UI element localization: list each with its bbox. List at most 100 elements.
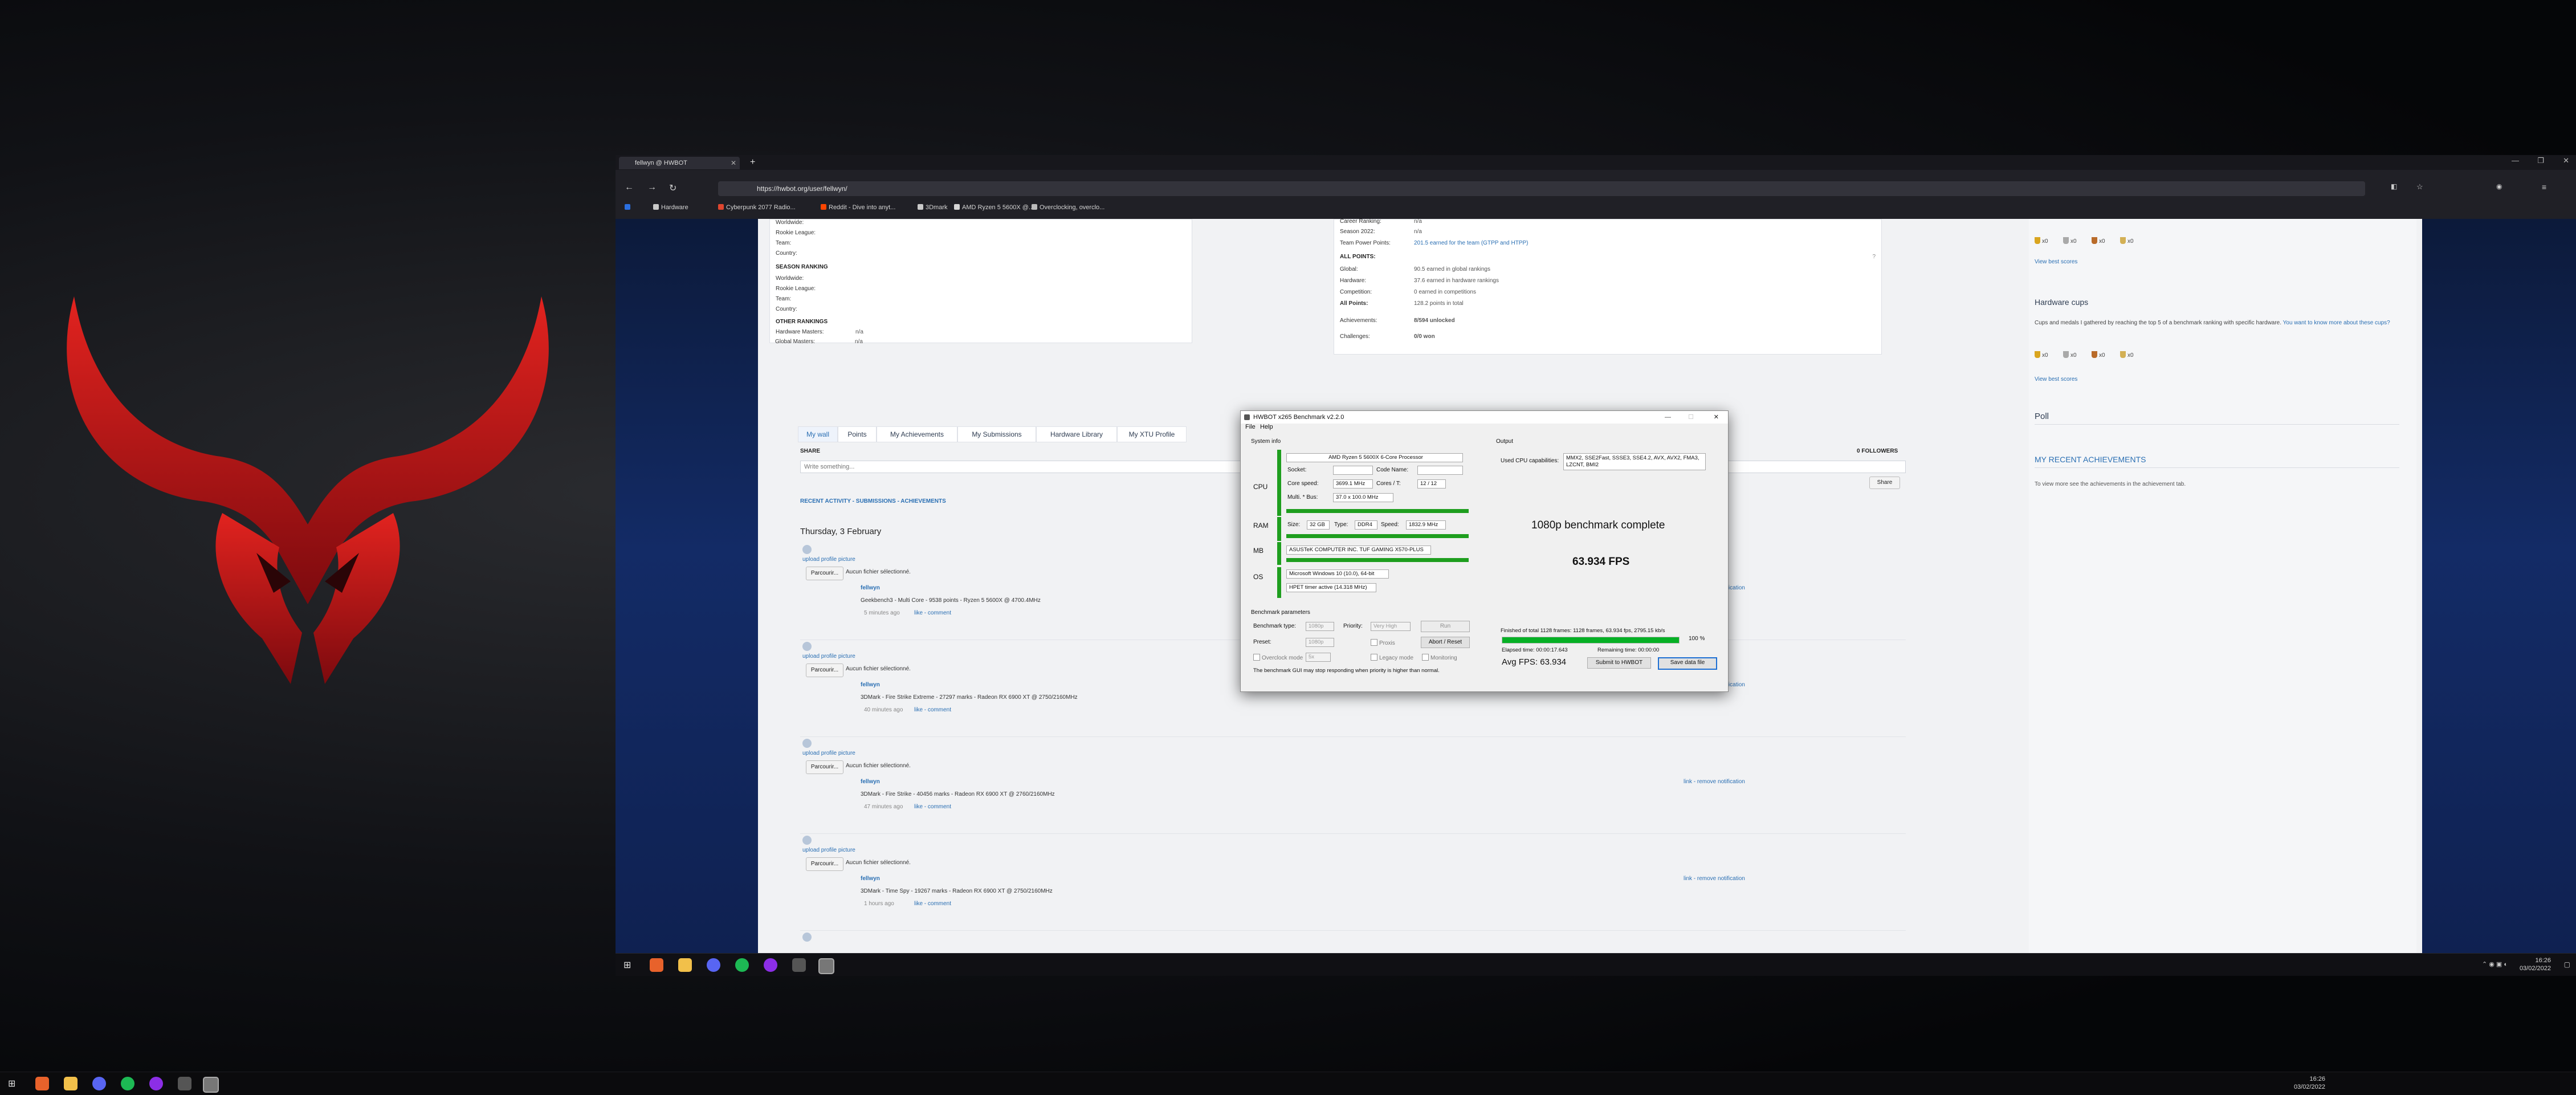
upload-picture-link[interactable]: upload profile picture: [802, 653, 855, 660]
remote-desktop-icon[interactable]: [203, 1077, 219, 1093]
monitoring-checkbox[interactable]: Monitoring: [1422, 654, 1457, 661]
bookmark-amd-ryzen[interactable]: AMD Ryzen 5 5600X @...: [954, 204, 1034, 211]
tab-strip: fellwyn @ HWBOT ✕ + — ❐ ✕: [616, 155, 2576, 170]
minimize-icon[interactable]: —: [1665, 411, 1671, 424]
view-best-scores-link[interactable]: View best scores: [2035, 259, 2077, 265]
reload-icon[interactable]: ↻: [669, 182, 676, 194]
points-value: n/a: [1414, 219, 1422, 225]
cup-gold: x0: [2035, 351, 2048, 359]
tab-my-xtu-profile[interactable]: My XTU Profile: [1117, 426, 1187, 442]
close-window-icon[interactable]: ✕: [2563, 156, 2569, 165]
upload-picture-link[interactable]: upload profile picture: [802, 556, 855, 563]
discord-icon[interactable]: [92, 1077, 106, 1090]
tab-hardware-library[interactable]: Hardware Library: [1036, 426, 1117, 442]
like-comment-link[interactable]: like - comment: [914, 804, 951, 810]
bookmark-overclocking[interactable]: Overclocking, overclo...: [1032, 204, 1104, 211]
feed-username[interactable]: fellwyn: [861, 682, 880, 688]
feed-username[interactable]: fellwyn: [861, 585, 880, 591]
forward-icon[interactable]: →: [647, 182, 657, 193]
like-comment-link[interactable]: like - comment: [914, 707, 951, 713]
bookmark-cyberpunk[interactable]: Cyberpunk 2077 Radio...: [718, 204, 796, 211]
poll-title: Poll: [2035, 412, 2049, 421]
remote-desktop-screen: fellwyn @ HWBOT ✕ + — ❐ ✕ ← → ↻ https://…: [616, 155, 2576, 976]
hwbot-app-icon[interactable]: [818, 958, 834, 974]
browser-tab[interactable]: fellwyn @ HWBOT ✕: [619, 157, 740, 169]
windows-start-icon[interactable]: ⊞: [8, 1078, 15, 1089]
tab-my-submissions[interactable]: My Submissions: [957, 426, 1036, 442]
bookmark-reddit[interactable]: Reddit - Dive into anyt...: [821, 204, 895, 211]
minimize-icon[interactable]: —: [2512, 156, 2519, 165]
save-data-file-button[interactable]: Save data file: [1658, 657, 1717, 670]
preset-select[interactable]: 1080p: [1306, 638, 1334, 647]
tab-my-wall[interactable]: My wall: [798, 426, 838, 442]
address-bar[interactable]: https://hwbot.org/user/fellwyn/: [718, 181, 2365, 196]
like-comment-link[interactable]: like - comment: [914, 901, 951, 907]
browse-button[interactable]: Parcourir...: [806, 567, 843, 580]
priority-warning: The benchmark GUI may stop responding wh…: [1253, 667, 1440, 674]
browse-button[interactable]: Parcourir...: [806, 760, 843, 774]
proxis-checkbox[interactable]: Proxis: [1371, 639, 1395, 646]
pocket-icon[interactable]: ◧: [2391, 182, 2397, 190]
tab-my-achievements[interactable]: My Achievements: [877, 426, 957, 442]
output-label: Output: [1496, 438, 1514, 445]
bench-type-select[interactable]: 1080p: [1306, 622, 1334, 631]
browse-button[interactable]: Parcourir...: [806, 857, 843, 871]
bookmark-pinned[interactable]: [625, 204, 633, 211]
back-icon[interactable]: ←: [625, 182, 634, 193]
obs-icon[interactable]: [149, 1077, 163, 1090]
legacy-mode-checkbox[interactable]: Legacy mode: [1371, 654, 1413, 661]
upload-picture-link[interactable]: upload profile picture: [802, 847, 855, 853]
cup-gold: x0: [2035, 237, 2048, 245]
feed-username[interactable]: fellwyn: [861, 779, 880, 785]
overclock-value[interactable]: 5x: [1306, 653, 1331, 662]
bookmark-3dmark[interactable]: 3Dmark: [918, 204, 948, 211]
discord-icon[interactable]: [707, 958, 720, 972]
close-tab-icon[interactable]: ✕: [731, 157, 736, 169]
points-value: 90.5 earned in global rankings: [1414, 266, 1490, 272]
windows-start-icon[interactable]: ⊞: [623, 959, 631, 971]
priority-select[interactable]: Very High: [1371, 622, 1411, 631]
view-best-scores-link[interactable]: View best scores: [2035, 376, 2077, 382]
close-icon[interactable]: ✕: [1714, 411, 1719, 424]
abort-reset-button[interactable]: Abort / Reset: [1421, 637, 1470, 648]
file-explorer-icon[interactable]: [678, 958, 692, 972]
maximize-icon[interactable]: ❐: [2537, 156, 2544, 165]
firefox-icon[interactable]: [650, 958, 663, 972]
team-power-points-value[interactable]: 201.5 earned for the team (GTPP and HTPP…: [1414, 240, 1528, 246]
activity-icon: [802, 933, 812, 942]
menu-icon[interactable]: ≡: [2542, 182, 2546, 192]
ram-section: RAM: [1253, 522, 1269, 530]
divider: [2035, 424, 2399, 425]
file-explorer-icon[interactable]: [64, 1077, 78, 1090]
firefox-icon[interactable]: [35, 1077, 49, 1090]
cores-label: Cores / T:: [1376, 481, 1401, 487]
star-icon[interactable]: ☆: [2416, 182, 2423, 192]
upload-picture-link[interactable]: upload profile picture: [802, 750, 855, 756]
obs-icon[interactable]: [764, 958, 777, 972]
browse-button[interactable]: Parcourir...: [806, 663, 843, 677]
like-comment-link[interactable]: like - comment: [914, 610, 951, 616]
terminal-icon[interactable]: [178, 1077, 191, 1090]
share-button[interactable]: Share: [1869, 477, 1900, 489]
notification-link[interactable]: link - remove notification: [1684, 876, 1745, 882]
activity-filter[interactable]: RECENT ACTIVITY - SUBMISSIONS - ACHIEVEM…: [800, 498, 946, 504]
tab-points[interactable]: Points: [838, 426, 877, 442]
spotify-icon[interactable]: [121, 1077, 134, 1090]
tray-icons[interactable]: ⌃ ◉ ▣ ◐: [2482, 960, 2508, 968]
spotify-icon[interactable]: [735, 958, 749, 972]
new-tab-icon[interactable]: +: [750, 157, 755, 168]
bookmark-hardware[interactable]: Hardware: [653, 204, 688, 211]
run-button[interactable]: Run: [1421, 621, 1470, 632]
help-icon[interactable]: ?: [1872, 254, 1876, 260]
notifications-icon[interactable]: ▢: [2564, 960, 2570, 968]
terminal-icon[interactable]: [792, 958, 806, 972]
cups-info-link[interactable]: You want to know more about these cups?: [2283, 320, 2390, 326]
menu-file[interactable]: File: [1245, 424, 1256, 430]
submit-to-hwbot-button[interactable]: Submit to HWBOT: [1587, 657, 1651, 669]
feed-username[interactable]: fellwyn: [861, 876, 880, 882]
extension-icon[interactable]: ◉: [2496, 182, 2502, 190]
ranking-value: n/a: [855, 339, 863, 345]
overclock-mode-checkbox[interactable]: Overclock mode: [1253, 654, 1303, 661]
menu-help[interactable]: Help: [1260, 424, 1273, 430]
notification-link[interactable]: link - remove notification: [1684, 779, 1745, 785]
